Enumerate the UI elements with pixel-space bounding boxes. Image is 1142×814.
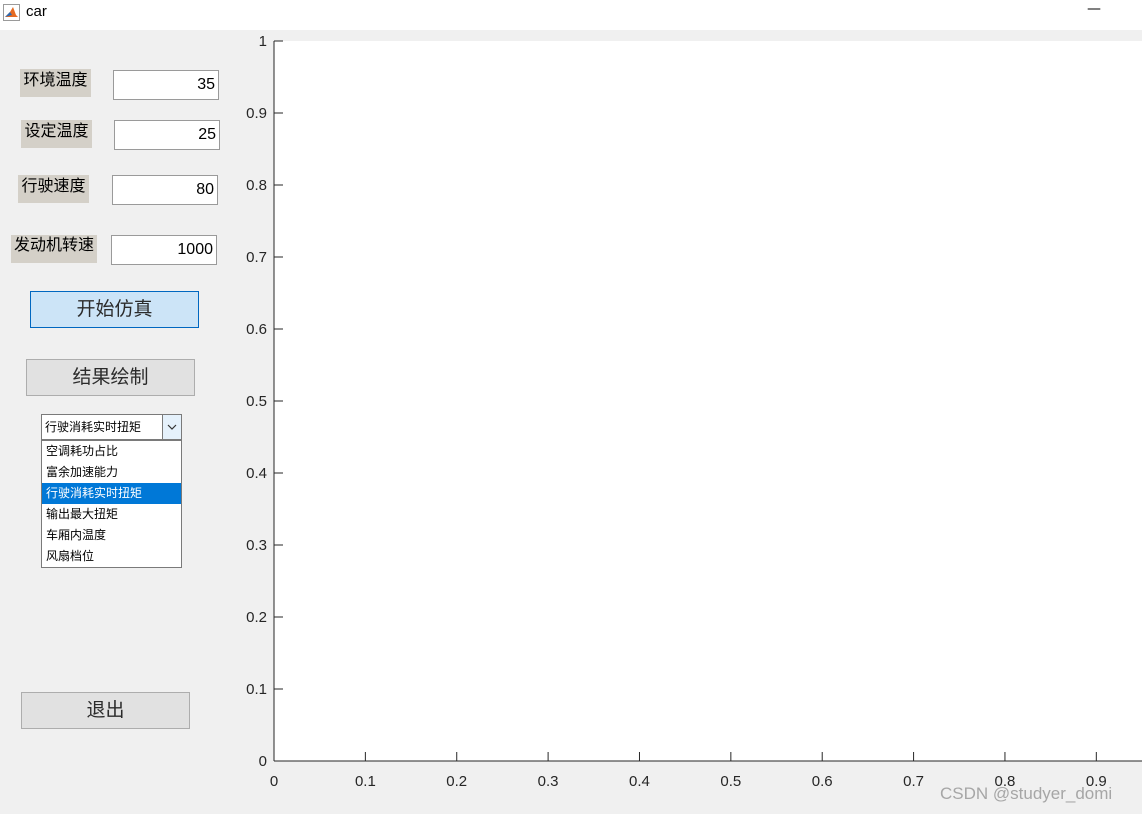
- y-tick-label: 0.3: [246, 537, 267, 554]
- y-tick-label: 0.1: [246, 681, 267, 698]
- x-tick-label: 0.6: [812, 773, 833, 790]
- x-tick-label: 0.3: [538, 773, 559, 790]
- x-tick-label: 0.1: [355, 773, 376, 790]
- y-tick-label: 0.8: [246, 177, 267, 194]
- window-title: car: [26, 3, 47, 20]
- title-bar: car —: [0, 0, 1142, 30]
- plot-axes[interactable]: 0 0.1 0.2 0.3 0.4 0.5 0.6 0.7 0.8 0.9 1 0 0.1 0.2 0.3 0…: [0, 30, 1142, 814]
- y-tick-label: 1: [259, 33, 267, 50]
- y-tick-label: 0: [259, 753, 267, 770]
- y-tick-label: 0.4: [246, 465, 267, 482]
- x-tick-label: 0.4: [629, 773, 650, 790]
- y-tick-label: 0.9: [246, 105, 267, 122]
- y-tick-label: 0.5: [246, 393, 267, 410]
- x-tick-label: 0.5: [720, 773, 741, 790]
- x-tick-label: 0.2: [446, 773, 467, 790]
- watermark: CSDN @studyer_domi: [940, 784, 1113, 803]
- minimize-button[interactable]: —: [1086, 2, 1102, 22]
- y-tick-label: 0.6: [246, 321, 267, 338]
- y-tick-label: 0.2: [246, 609, 267, 626]
- x-tick-label: 0.7: [903, 773, 924, 790]
- matlab-icon: [3, 4, 20, 21]
- plot-area: [274, 41, 1142, 761]
- x-tick-label: 0: [270, 773, 278, 790]
- y-tick-label: 0.7: [246, 249, 267, 266]
